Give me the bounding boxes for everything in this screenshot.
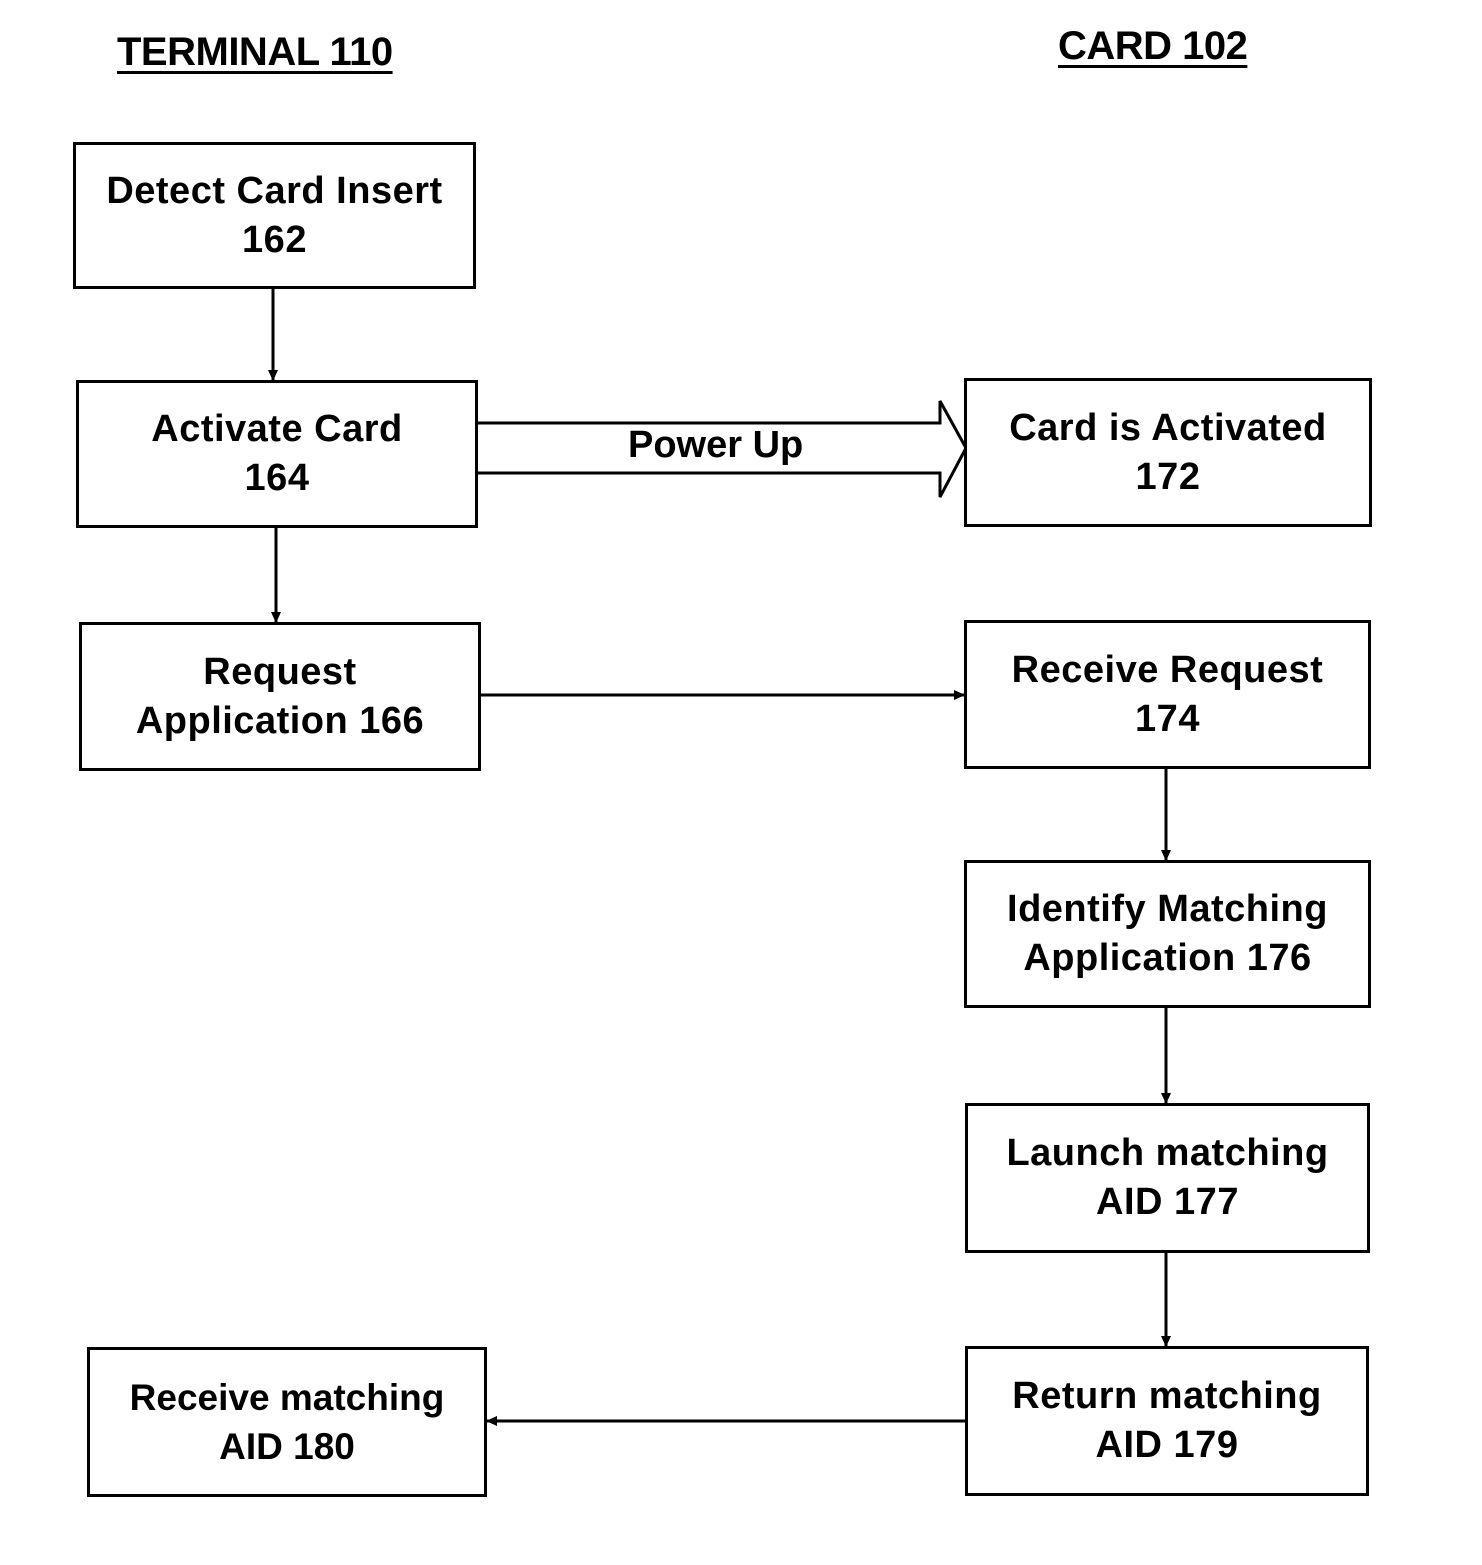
node-receive-matching-aid: Receive matching AID 180 (87, 1347, 487, 1497)
node-176-line1: Identify Matching (1007, 888, 1328, 930)
node-return-matching-aid: Return matching AID 179 (965, 1346, 1369, 1496)
node-174-line2: 174 (1135, 697, 1200, 740)
node-launch-matching-aid: Launch matching AID 177 (965, 1103, 1370, 1253)
node-180-line1: Receive matching (129, 1377, 445, 1418)
node-activate-card: Activate Card 164 (76, 380, 478, 528)
node-166-line2: Application 166 (135, 699, 425, 742)
node-identify-matching-application: Identify Matching Application 176 (964, 860, 1371, 1008)
node-172-line1: Card is Activated (1009, 406, 1327, 449)
node-177-line1: Launch matching (1006, 1132, 1329, 1174)
node-164-line2: 164 (244, 457, 310, 499)
node-179-line1: Return matching (1012, 1375, 1322, 1417)
node-164-line1: Activate Card (151, 408, 403, 450)
node-request-application: Request Application 166 (79, 622, 481, 771)
node-180-line2: AID 180 (219, 1426, 355, 1467)
node-162-line1: Detect Card Insert (106, 169, 443, 212)
node-receive-request: Receive Request 174 (964, 620, 1371, 769)
terminal-column-heading: TERMINAL 110 (117, 30, 393, 74)
node-detect-card-insert: Detect Card Insert 162 (73, 142, 476, 289)
node-174-line1: Receive Request (1011, 648, 1324, 691)
power-up-label: Power Up (628, 424, 804, 466)
node-179-line2: AID 179 (1095, 1424, 1239, 1466)
node-card-is-activated: Card is Activated 172 (964, 378, 1372, 527)
node-172-line2: 172 (1135, 455, 1201, 498)
card-column-heading: CARD 102 (1058, 24, 1248, 68)
node-177-line2: AID 177 (1096, 1181, 1239, 1223)
node-166-line1: Request (203, 650, 357, 693)
node-162-line2: 162 (242, 218, 307, 261)
node-176-line2: Application 176 (1023, 937, 1312, 979)
